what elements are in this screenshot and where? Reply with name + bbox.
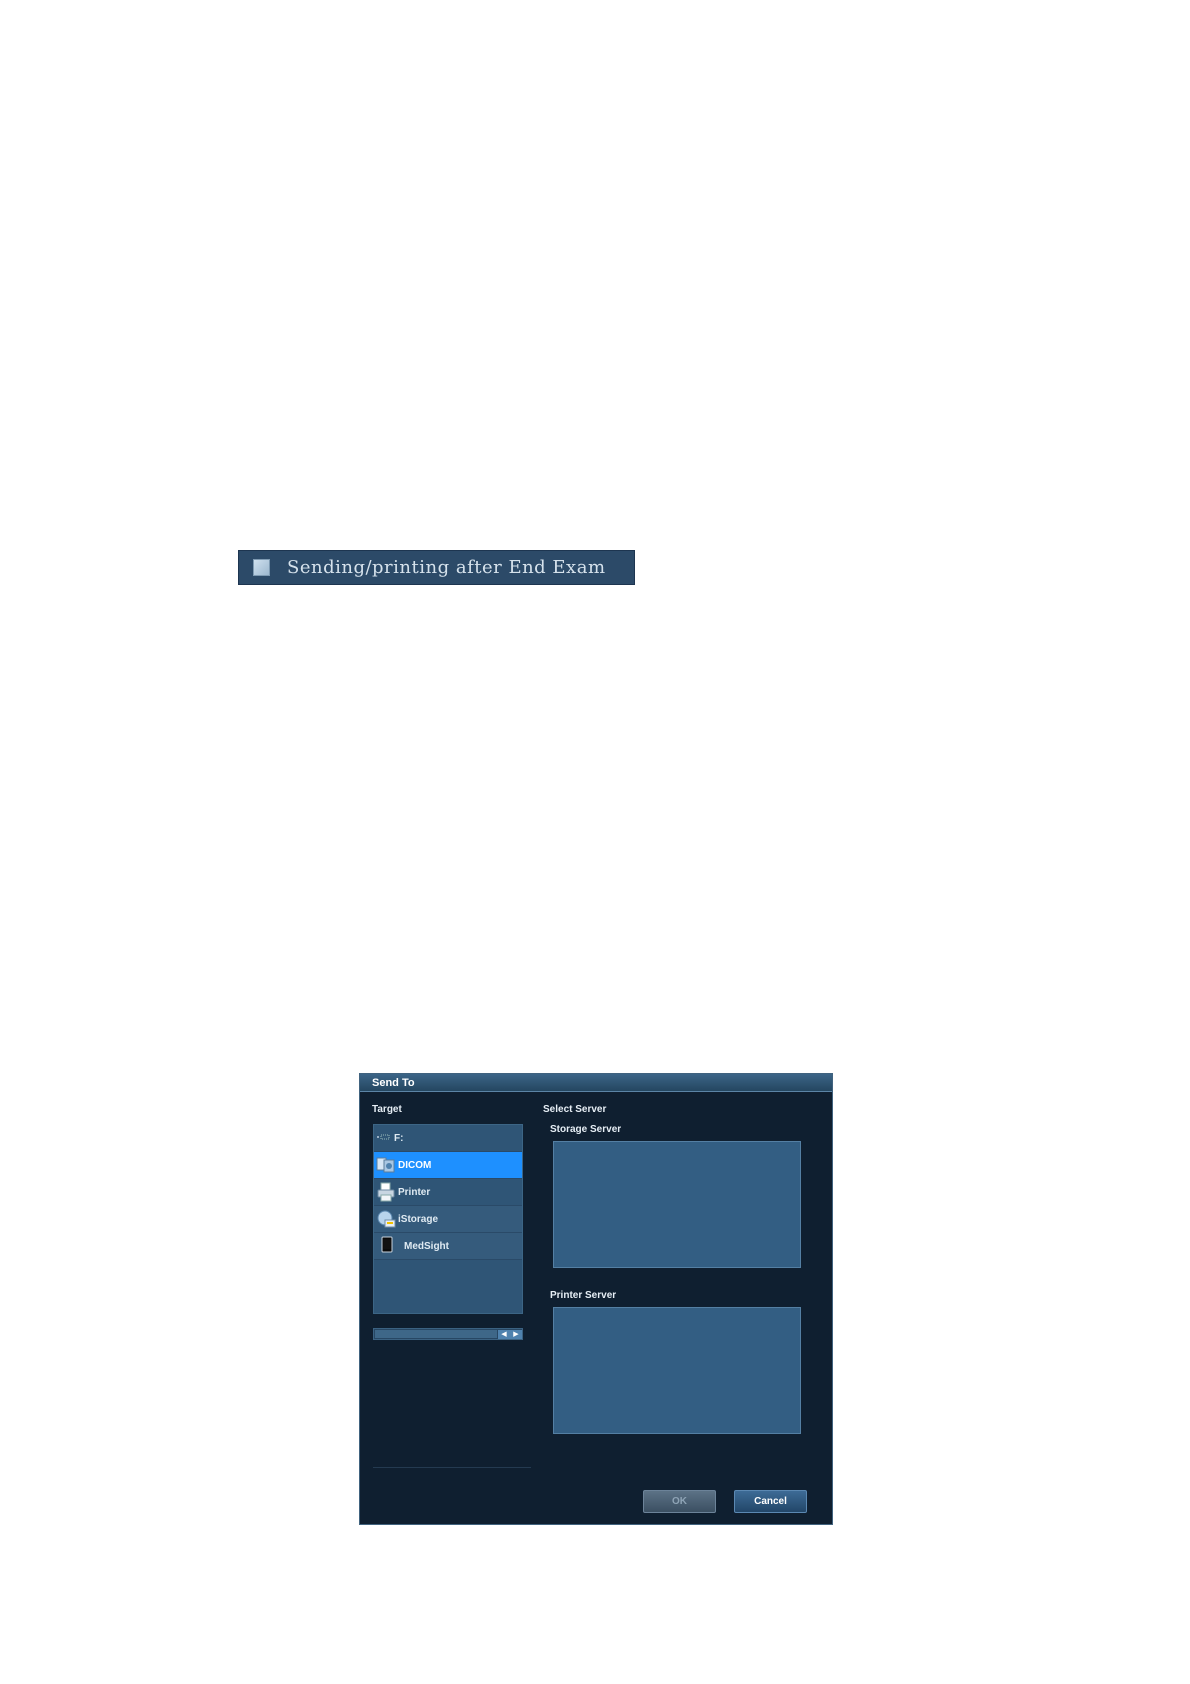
storage-server-list[interactable] [553, 1141, 801, 1268]
select-server-label: Select Server [543, 1104, 607, 1115]
medsight-icon [380, 1236, 400, 1256]
target-item-drive[interactable]: F: [374, 1125, 522, 1152]
dialog-titlebar: Send To [360, 1074, 832, 1092]
target-item-label: Printer [398, 1186, 431, 1198]
istorage-icon [376, 1209, 396, 1229]
printer-icon [376, 1182, 396, 1202]
target-label: Target [372, 1104, 402, 1115]
target-list-scrollbar[interactable]: ◀ ▶ [373, 1328, 523, 1340]
cancel-button[interactable]: Cancel [734, 1490, 807, 1513]
target-item-label: F: [394, 1132, 404, 1144]
target-list[interactable]: F: DICOM Printer iStorage MedSight [373, 1124, 523, 1314]
drive-icon [376, 1133, 390, 1144]
divider [373, 1467, 531, 1468]
dicom-icon [376, 1155, 396, 1175]
target-item-dicom[interactable]: DICOM [374, 1152, 522, 1179]
target-item-medsight[interactable]: MedSight [374, 1233, 522, 1260]
storage-server-label: Storage Server [550, 1124, 622, 1135]
target-item-istorage[interactable]: iStorage [374, 1206, 522, 1233]
scroll-right-icon[interactable]: ▶ [510, 1330, 522, 1339]
printer-server-label: Printer Server [550, 1290, 617, 1301]
target-item-label: MedSight [404, 1240, 449, 1252]
scroll-left-icon[interactable]: ◀ [498, 1330, 510, 1339]
target-item-label: iStorage [398, 1213, 439, 1225]
ok-button[interactable]: OK [643, 1490, 716, 1513]
send-after-end-exam-label: Sending/printing after End Exam [287, 557, 606, 578]
target-item-label: DICOM [398, 1159, 432, 1171]
send-after-end-exam-option[interactable]: Sending/printing after End Exam [238, 550, 635, 585]
scrollbar-thumb[interactable] [375, 1330, 497, 1338]
dialog-title: Send To [372, 1076, 415, 1089]
target-item-printer[interactable]: Printer [374, 1179, 522, 1206]
printer-server-list[interactable] [553, 1307, 801, 1434]
send-after-end-exam-checkbox[interactable] [253, 559, 270, 576]
send-to-dialog: Send To Target Select Server Storage Ser… [359, 1073, 833, 1525]
